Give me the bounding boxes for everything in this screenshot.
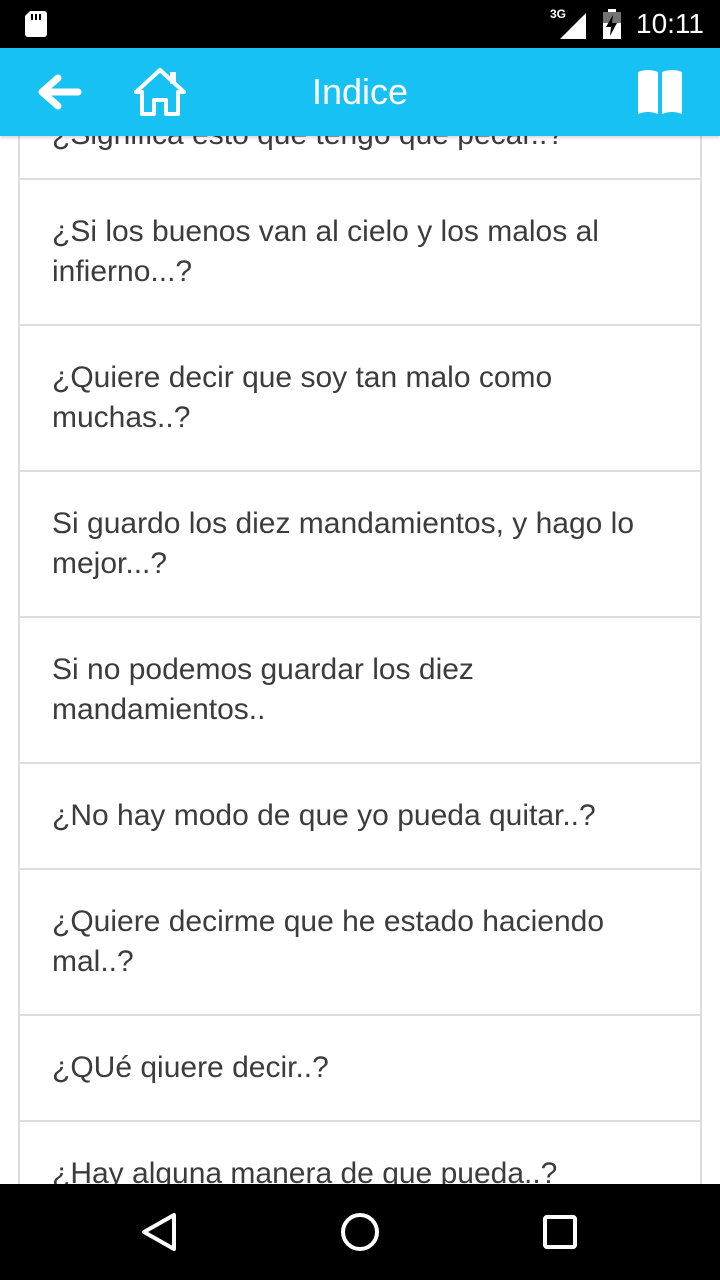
list-item-label: ¿Quiere decir que soy tan malo como much… (52, 361, 553, 434)
list-item-label: ¿No hay modo de que yo pueda quitar..? (52, 799, 596, 832)
list-item[interactable]: ¿Significa esto que tengo que pecar..? (20, 136, 700, 180)
sd-card-icon (25, 11, 47, 37)
list-item-label: ¿QUé qiuere decir..? (52, 1051, 329, 1084)
clock: 10:11 (636, 8, 704, 39)
app-bar: Indice (0, 48, 720, 136)
book-icon[interactable] (634, 68, 686, 116)
list-item[interactable]: Si no podemos guardar los diez mandamien… (20, 618, 700, 764)
list-item[interactable]: Si guardo los diez mandamientos, y hago … (20, 472, 700, 618)
square-recents-icon[interactable] (536, 1208, 584, 1256)
status-bar: 3G 10:11 (0, 0, 720, 48)
page-title: Indice (311, 71, 409, 112)
list-item-label: Si guardo los diez mandamientos, y hago … (52, 507, 635, 580)
circle-home-icon[interactable] (336, 1208, 384, 1256)
list-item[interactable]: ¿Si los buenos van al cielo y los malos … (20, 180, 700, 326)
signal-icon: 3G (550, 7, 588, 39)
list-item[interactable]: ¿QUé qiuere decir..? (20, 1016, 700, 1122)
list-item-label: ¿Si los buenos van al cielo y los malos … (52, 215, 599, 288)
list-item-label: Si no podemos guardar los diez mandamien… (52, 653, 474, 726)
arrow-left-icon[interactable] (34, 70, 84, 114)
index-list[interactable]: ¿Significa esto que tengo que pecar..? ¿… (18, 136, 702, 1184)
list-item[interactable]: ¿No hay modo de que yo pueda quitar..? (20, 764, 700, 870)
home-icon[interactable] (134, 66, 186, 118)
list-item[interactable]: ¿Hay alguna manera de que pueda..? (20, 1122, 700, 1184)
list-item-label: ¿Hay alguna manera de que pueda..? (52, 1157, 558, 1184)
navigation-bar (0, 1184, 720, 1280)
list-item-label: ¿Quiere decirme que he estado haciendo m… (52, 905, 605, 978)
battery-icon (603, 9, 621, 39)
list-item[interactable]: ¿Quiere decir que soy tan malo como much… (20, 326, 700, 472)
list-item-label: ¿Significa esto que tengo que pecar..? (52, 136, 564, 155)
triangle-back-icon[interactable] (136, 1208, 184, 1256)
list-item[interactable]: ¿Quiere decirme que he estado haciendo m… (20, 870, 700, 1016)
